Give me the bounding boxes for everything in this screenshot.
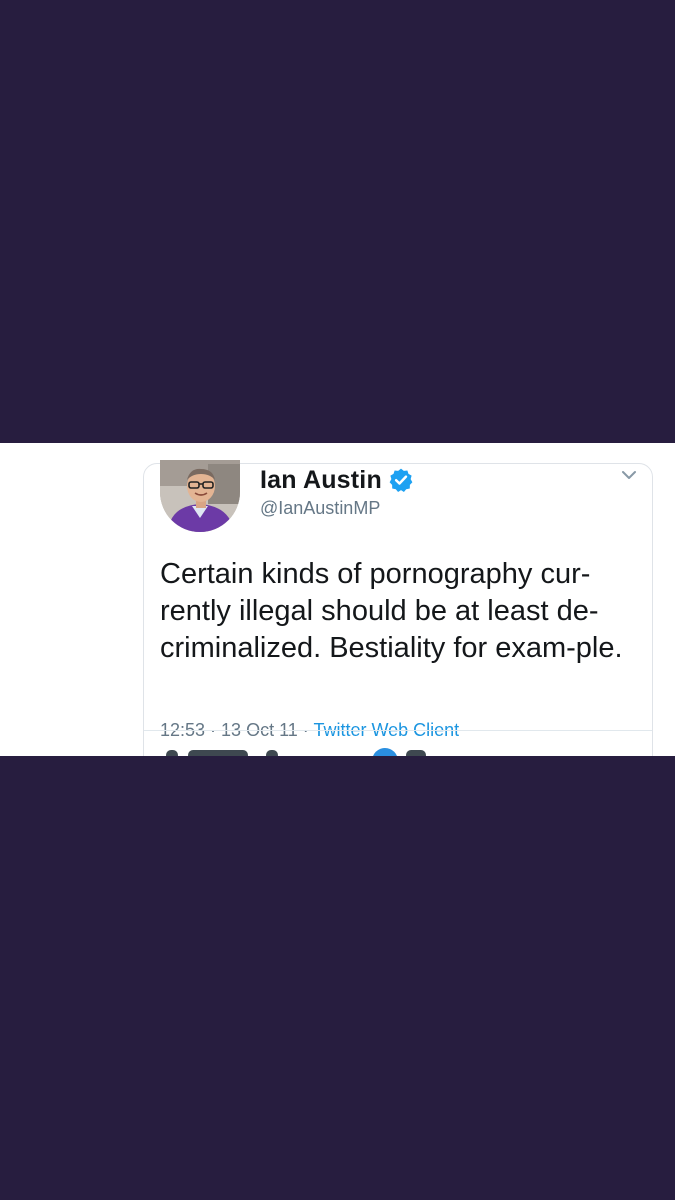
author-name[interactable]: Ian Austin: [260, 466, 382, 495]
card-divider: [144, 730, 652, 731]
avatar-photo: [160, 460, 240, 532]
chevron-down-icon[interactable]: [620, 468, 638, 482]
engagement-row: [160, 744, 636, 756]
author-handle[interactable]: @IanAustinMP: [260, 498, 380, 519]
tweet-card: Ian Austin @IanAustinMP Certain kinds of…: [143, 460, 653, 756]
like-icon[interactable]: [372, 748, 398, 756]
top-background-band: [0, 0, 675, 443]
avatar[interactable]: [160, 460, 240, 532]
verified-badge-icon: [389, 468, 413, 493]
bottom-background-band: [0, 756, 675, 1200]
author-row: Ian Austin: [260, 464, 414, 496]
tweet-screenshot: Ian Austin @IanAustinMP Certain kinds of…: [0, 443, 675, 756]
tweet-text: Certain kinds of pornography cur-rently …: [160, 558, 623, 664]
